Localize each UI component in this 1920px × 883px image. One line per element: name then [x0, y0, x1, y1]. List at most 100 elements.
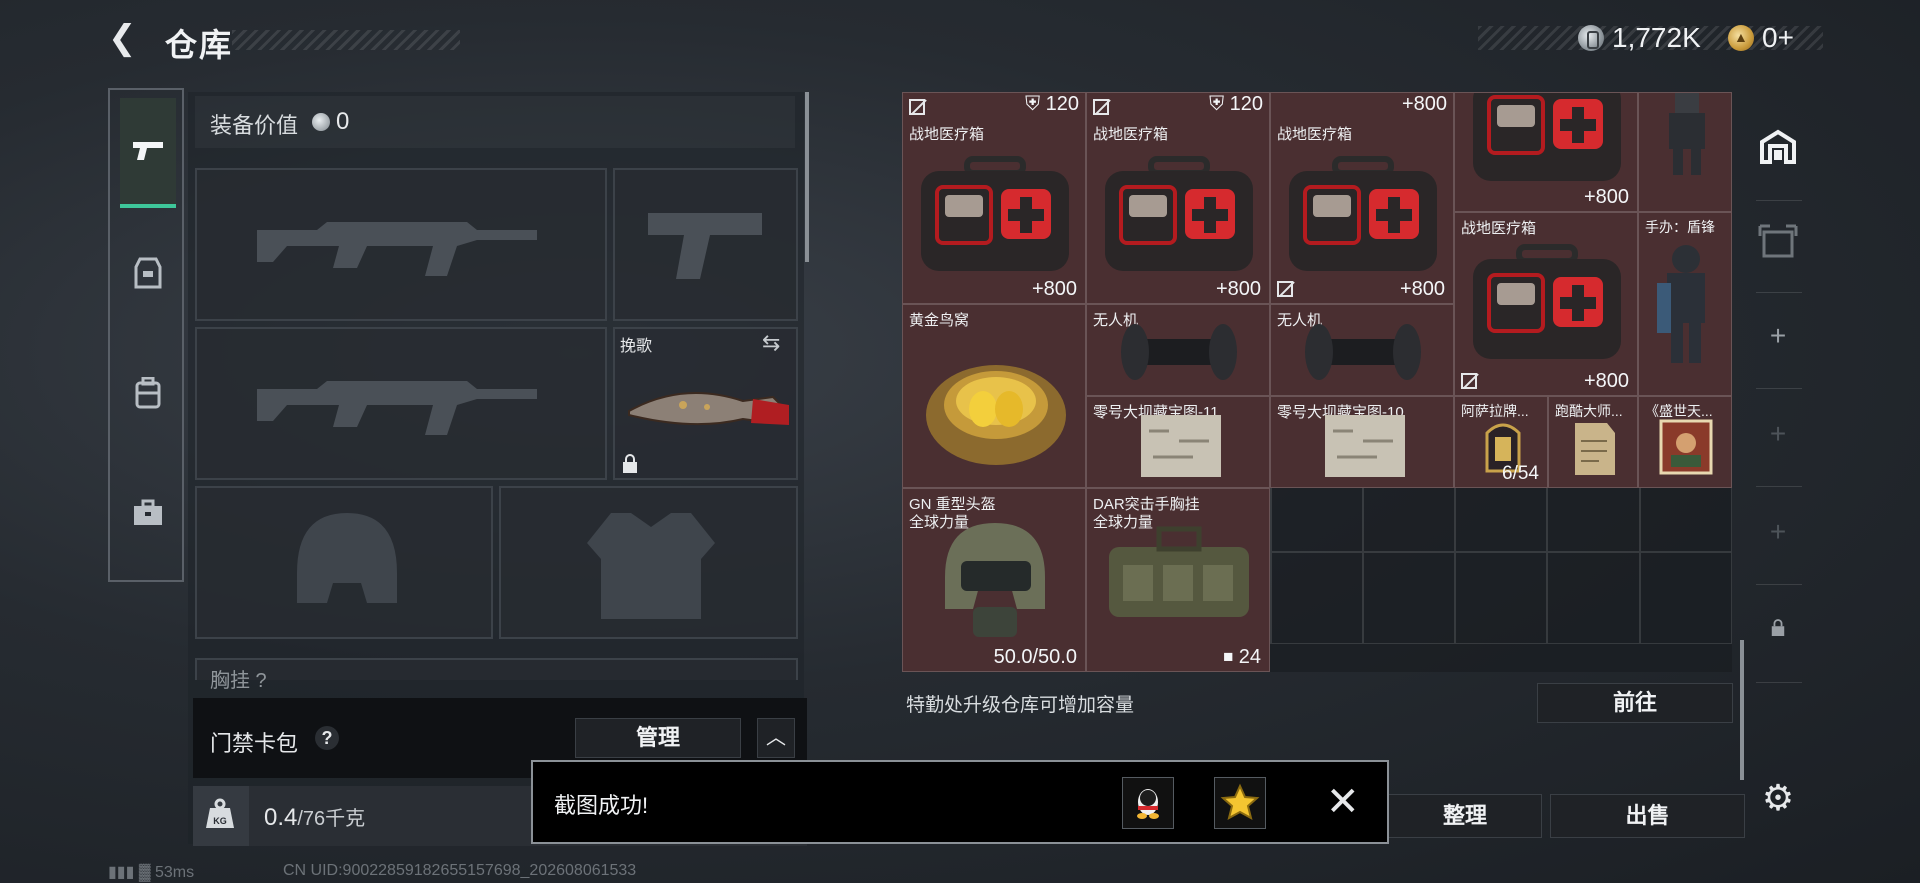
inventory-item[interactable]: DAR突击手胸挂 全球力量 ⏹ 24 — [1086, 488, 1270, 672]
inventory-item[interactable]: +800 战地医疗箱 +800 — [1270, 92, 1454, 304]
inventory-item[interactable]: 黄金鸟窝 — [902, 304, 1086, 488]
first-aid-kit-icon — [921, 156, 1069, 271]
inventory-item[interactable]: ⛨ 120 战地医疗箱 +800 — [1086, 92, 1270, 304]
goto-button[interactable]: 前往 — [1537, 683, 1733, 723]
rail-divider — [1756, 682, 1802, 683]
no-drop-icon — [909, 99, 925, 115]
treasure-map-icon — [1141, 415, 1221, 477]
grid-cell[interactable] — [1455, 552, 1548, 644]
item-capacity: ⏹ 24 — [1223, 646, 1261, 668]
rail-divider — [1756, 584, 1802, 585]
grid-cell[interactable] — [1639, 552, 1732, 644]
qq-penguin-icon — [1137, 789, 1159, 819]
helmet-slot[interactable] — [195, 486, 493, 639]
first-aid-kit-icon — [1105, 156, 1253, 271]
chest-rig-item-icon — [1109, 526, 1249, 617]
primary-weapon-slot[interactable] — [195, 168, 607, 321]
inventory-item[interactable]: 零号大坝藏宝图-10 — [1270, 396, 1454, 488]
no-drop-icon — [1277, 281, 1293, 297]
inventory-item[interactable]: +800 — [1454, 92, 1638, 212]
add-page-icon[interactable]: + — [1748, 404, 1808, 464]
inventory-item[interactable] — [1638, 92, 1732, 212]
inventory-item[interactable]: 战地医疗箱 +800 — [1454, 212, 1638, 396]
gear-vest-icon — [134, 257, 162, 289]
inventory-item[interactable]: 零号大坝藏宝图-11 — [1086, 396, 1270, 488]
treasure-map-icon — [1325, 415, 1405, 477]
no-drop-icon — [1461, 373, 1477, 389]
locked-page — [1748, 598, 1808, 658]
swap-icon[interactable]: ⇆ — [762, 330, 780, 356]
inventory-item[interactable]: ⛨ 120 战地医疗箱 +800 — [902, 92, 1086, 304]
pistol-slot[interactable] — [613, 168, 798, 321]
tab-gear[interactable] — [120, 220, 176, 326]
item-durability: 50.0/50.0 — [993, 646, 1077, 668]
inventory-item[interactable]: 无人机 — [1270, 304, 1454, 396]
help-icon[interactable]: ? — [315, 726, 339, 750]
inventory-item[interactable]: 阿萨拉牌... 6/54 — [1454, 396, 1548, 488]
helmet-silhouette-icon — [297, 513, 397, 603]
favorite-share-button[interactable] — [1214, 777, 1266, 829]
armor-slot[interactable] — [499, 486, 798, 639]
manage-button[interactable]: 管理 — [575, 718, 741, 758]
silver-coin-icon — [312, 113, 330, 131]
back-icon[interactable]: ❮ — [108, 20, 144, 56]
expansion-tab[interactable] — [1748, 212, 1808, 272]
secondary-weapon-slot[interactable] — [195, 327, 607, 480]
sort-button[interactable]: 整理 — [1388, 794, 1542, 838]
currency-bar: 1,772K 0+ — [1478, 22, 1823, 54]
status-bar: ▮▮▮ ▓ 53ms — [108, 864, 195, 881]
gold-amount[interactable]: 0+ — [1762, 22, 1794, 54]
inventory-scrollbar[interactable] — [1740, 640, 1744, 780]
drone-icon — [1121, 324, 1237, 380]
lock-icon — [1771, 619, 1785, 636]
equipment-scrollbar[interactable] — [805, 92, 809, 262]
tab-backpack[interactable] — [120, 340, 176, 446]
lock-icon — [623, 454, 637, 473]
weight-icon: KG — [206, 798, 234, 828]
weight-current: 0.4 — [264, 804, 298, 831]
close-icon[interactable]: ✕ — [1326, 780, 1360, 824]
tab-case[interactable] — [120, 460, 176, 566]
item-value: +800 — [1031, 278, 1077, 300]
grid-cell[interactable] — [1363, 552, 1456, 644]
first-aid-kit-icon — [1289, 156, 1437, 271]
uid-label: CN UID:90022859182655157698_202608061533 — [283, 862, 637, 879]
tab-weapons[interactable] — [120, 98, 176, 208]
toast-message: 截图成功! — [554, 793, 649, 818]
rail-divider — [1756, 292, 1802, 293]
grid-cell[interactable] — [1270, 552, 1363, 644]
inventory-item[interactable]: 无人机 — [1086, 304, 1270, 396]
inventory-item[interactable]: 跑酷大师... — [1548, 396, 1638, 488]
item-value: +800 — [1583, 370, 1629, 392]
item-name: 战地医疗箱 — [1277, 126, 1353, 143]
briefcase-icon — [134, 499, 162, 525]
collapse-button[interactable]: ︿ — [757, 718, 795, 758]
item-top-value: 120 — [1229, 93, 1263, 115]
settings-gear-icon[interactable]: ⚙ — [1748, 768, 1808, 828]
gold-coin-icon — [1728, 25, 1754, 51]
item-count: 6/54 — [1502, 463, 1539, 484]
qq-share-button[interactable] — [1122, 777, 1174, 829]
warehouse-tab[interactable] — [1748, 116, 1808, 176]
item-name: 战地医疗箱 — [1093, 126, 1169, 143]
helmet-item-icon — [945, 523, 1045, 637]
ping: 53ms — [154, 864, 195, 881]
inventory-item[interactable]: 手办：盾锋 — [1638, 212, 1732, 396]
pistol-icon — [133, 142, 163, 160]
melee-name: 挽歌 — [620, 338, 653, 355]
rifle-silhouette-icon — [257, 222, 537, 276]
item-name: 黄金鸟窝 — [909, 312, 970, 329]
item-name: 战地医疗箱 — [1461, 220, 1537, 237]
warehouse-icon — [1760, 129, 1796, 164]
title-decoration — [232, 30, 460, 50]
sell-button[interactable]: 出售 — [1550, 794, 1745, 838]
add-page-icon[interactable]: + — [1748, 306, 1808, 366]
add-page-icon[interactable]: + — [1748, 502, 1808, 562]
inventory-item[interactable]: GN 重型头盔 全球力量 50.0/50.0 — [902, 488, 1086, 672]
keycard-label: 门禁卡包 — [210, 731, 299, 756]
grid-cell[interactable] — [1547, 552, 1640, 644]
chestrig-label: 胸挂 ? — [210, 670, 267, 692]
star-icon — [1220, 783, 1260, 820]
chestrig-slot[interactable] — [195, 658, 798, 680]
inventory-item[interactable]: 《盛世天... — [1638, 396, 1732, 488]
